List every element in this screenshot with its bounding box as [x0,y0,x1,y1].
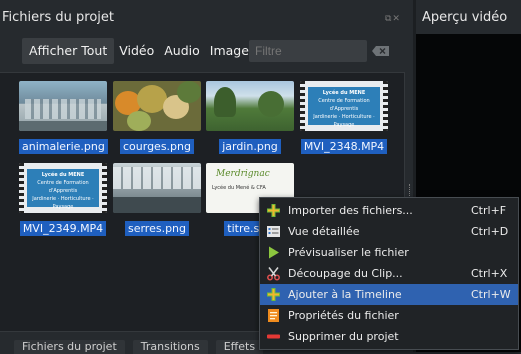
file-thumbnail: Lycée du MENE Centre de Formation d'Appr… [19,163,107,213]
filter-search-input[interactable] [249,40,367,62]
menu-item-label: Importer des fichiers... [288,204,413,217]
file-name: animalerie.png [19,139,108,154]
file-name: MVI_2348.MP4 [300,139,388,154]
properties-icon [268,309,279,322]
filter-show-all-button[interactable]: Afficher Tout [22,38,115,64]
file-thumbnail [19,81,107,131]
file-name: courges.png [120,139,194,154]
file-name: jardin.png [219,139,281,154]
thumbnail-text: Merdrignac [216,169,270,179]
dock-float-close-icon[interactable]: ⧉✕ [385,14,401,24]
thumbnail-text: Jardinerie · Horticulture · Paysage [32,196,94,210]
filter-image-button[interactable]: Image [205,38,254,64]
menu-item-file-properties[interactable]: Propriétés du fichier [260,305,518,326]
thumbnail-text: Lycée du Mené & CFA [212,185,266,191]
thumbnail-text: Lycée du MENE [322,90,366,96]
thumbnail-text: Centre de Formation d'Apprentis [318,98,370,112]
menu-item-shortcut: Ctrl+X [471,267,508,280]
preview-title: Aperçu vidéo [422,10,508,25]
file-item[interactable]: animalerie.png [19,81,108,154]
plus-icon [267,204,280,217]
detail-view-icon [267,226,280,237]
clear-filter-icon[interactable] [372,46,390,56]
menu-item-add-to-timeline[interactable]: Ajouter à la Timeline Ctrl+W [260,284,518,305]
menu-item-detail-view[interactable]: Vue détaillée Ctrl+D [260,221,518,242]
thumbnail-text: Centre de Formation d'Apprentis [37,180,89,194]
menu-item-remove-from-project[interactable]: Supprimer du projet [260,326,518,347]
filter-tabs: Afficher Tout Vidéo Audio Image [22,38,254,64]
menu-item-shortcut: Ctrl+D [471,225,509,238]
play-icon [269,246,279,259]
menu-item-preview-file[interactable]: Prévisualiser le fichier [260,242,518,263]
filter-video-button[interactable]: Vidéo [114,38,159,64]
project-files-title: Fichiers du projet [2,10,114,25]
context-menu: Importer des fichiers... Ctrl+F Vue déta… [259,197,519,350]
file-item[interactable]: jardin.png [206,81,294,154]
menu-item-shortcut: Ctrl+W [471,288,511,301]
file-thumbnail [113,163,201,213]
file-item[interactable]: courges.png [113,81,201,154]
file-item[interactable]: serres.png [113,163,201,236]
thumbnail-text: Lycée du MENE [41,172,85,178]
file-name: serres.png [124,221,190,236]
plus-icon [267,288,280,301]
menu-item-label: Propriétés du fichier [288,309,399,322]
filter-audio-button[interactable]: Audio [159,38,205,64]
file-thumbnail [113,81,201,131]
menu-item-clip-cutting[interactable]: Découpage du Clip... Ctrl+X [260,263,518,284]
scissors-icon [267,267,280,281]
menu-item-label: Supprimer du projet [288,330,399,343]
file-item[interactable]: Lycée du MENE Centre de Formation d'Appr… [19,163,107,236]
file-item[interactable]: Lycée du MENE Centre de Formation d'Appr… [300,81,388,154]
menu-item-label: Découpage du Clip... [288,267,403,280]
file-name: MVI_2349.MP4 [19,221,107,236]
thumbnail-text: Jardinerie · Horticulture · Paysage [313,114,375,128]
menu-item-label: Vue détaillée [288,225,360,238]
file-thumbnail [206,81,294,131]
menu-item-label: Prévisualiser le fichier [288,246,409,259]
menu-item-import-files[interactable]: Importer des fichiers... Ctrl+F [260,200,518,221]
file-thumbnail: Lycée du MENE Centre de Formation d'Appr… [300,81,388,131]
menu-item-shortcut: Ctrl+F [471,204,507,217]
minus-icon [267,334,280,339]
menu-item-label: Ajouter à la Timeline [288,288,402,301]
